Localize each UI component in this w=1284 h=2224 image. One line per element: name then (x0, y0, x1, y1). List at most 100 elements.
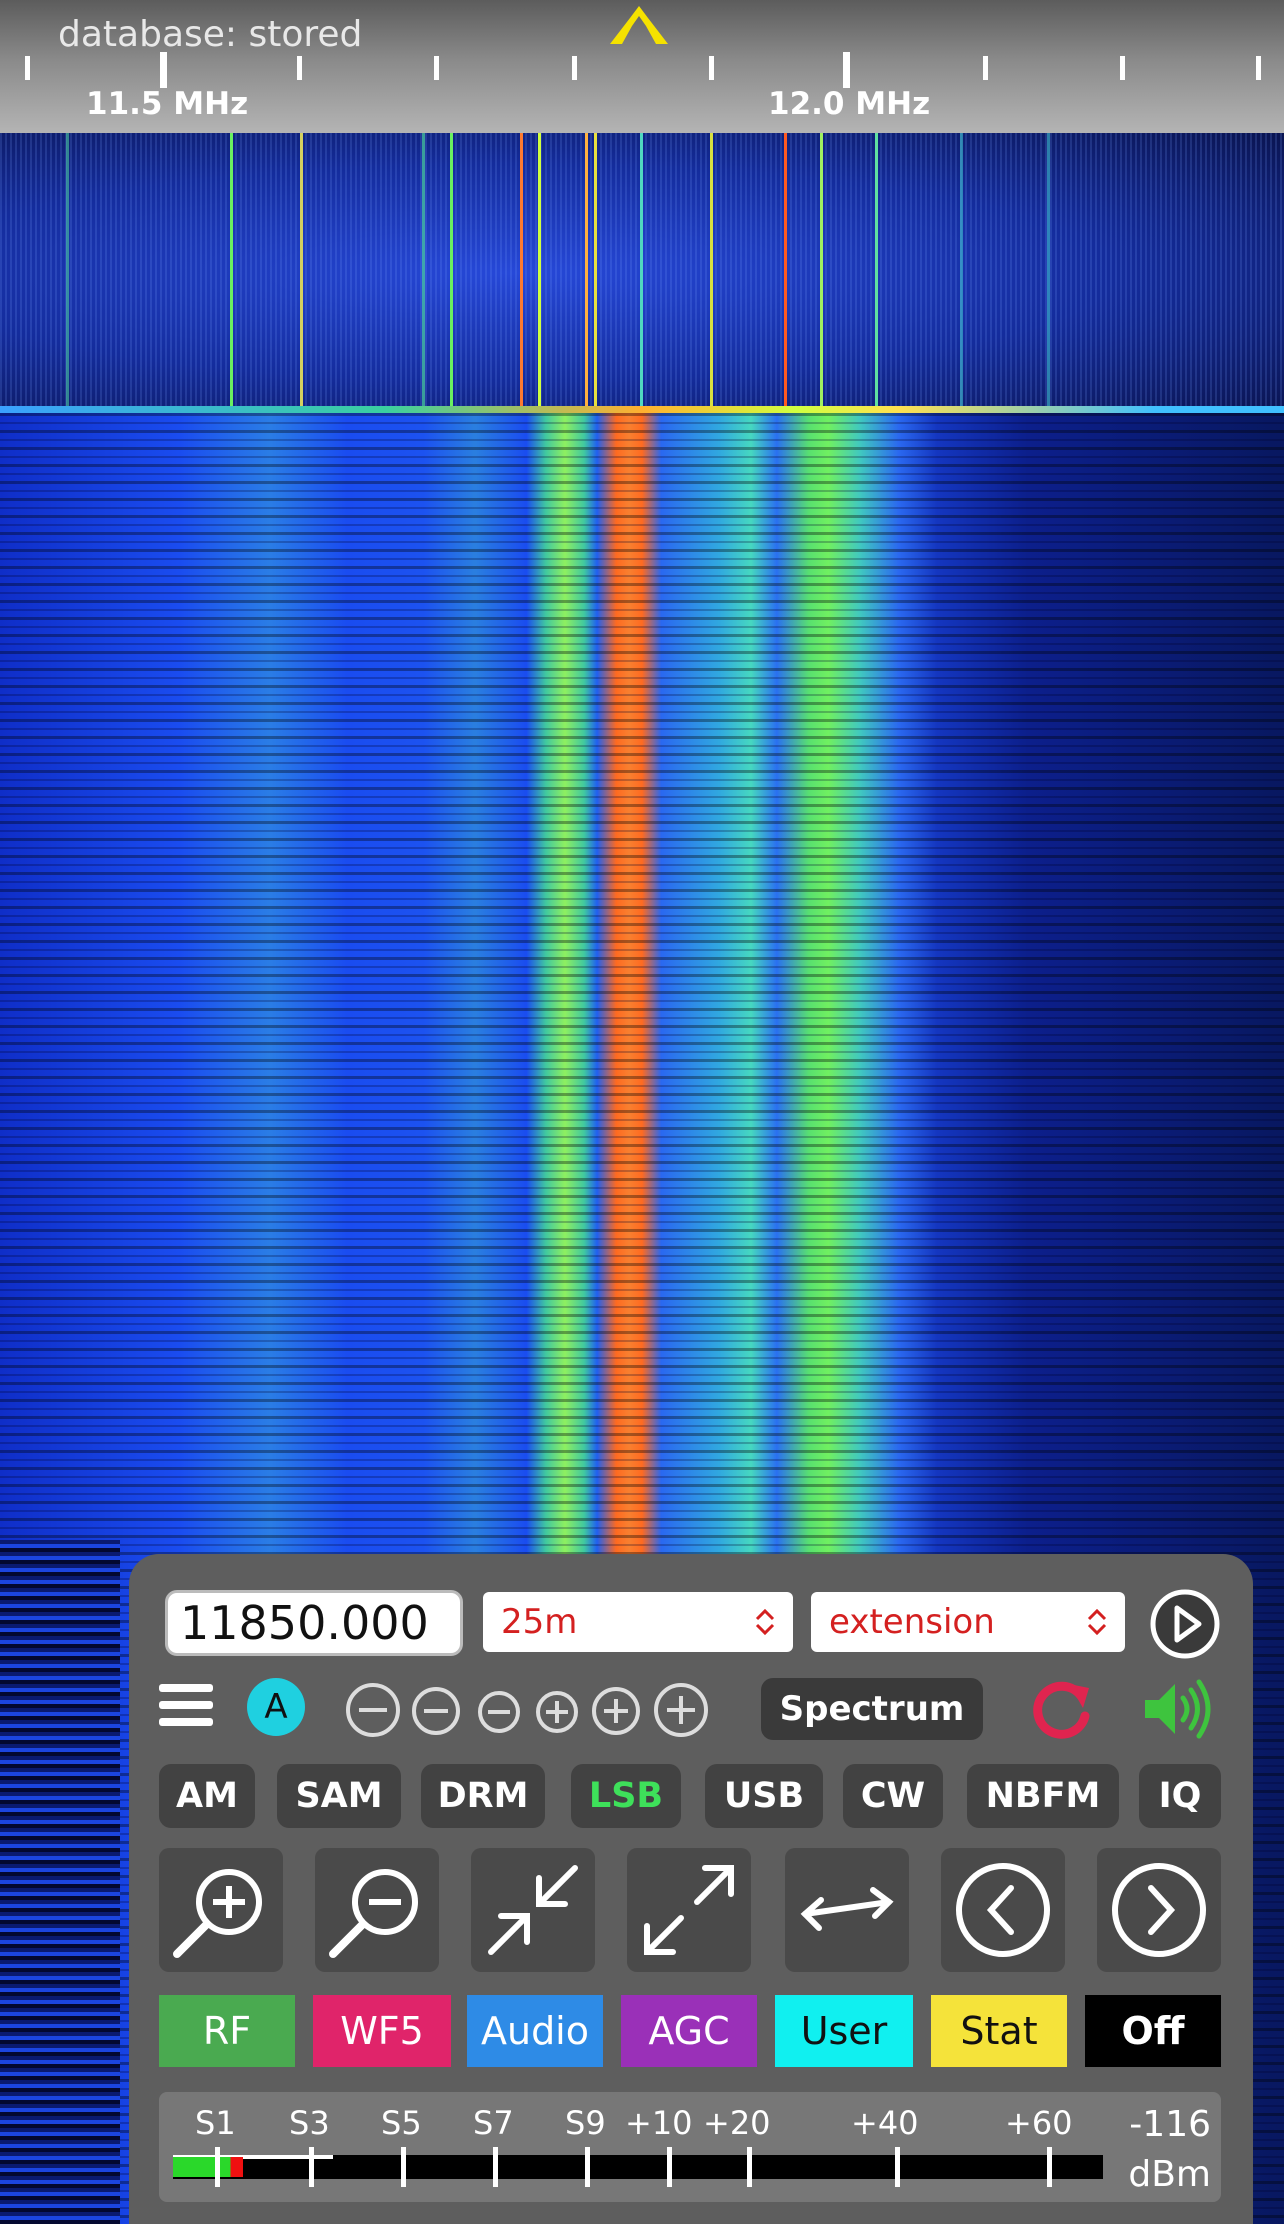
s-meter-readout: -116 dBm (1128, 2100, 1211, 2200)
signal-line (820, 133, 823, 413)
scale-tick (434, 56, 439, 80)
mode-cw-button[interactable]: CW (843, 1764, 943, 1828)
signal-line (450, 133, 453, 413)
scale-tick (572, 56, 577, 80)
next-button[interactable] (1097, 1848, 1221, 1972)
mode-drm-button[interactable]: DRM (421, 1764, 545, 1828)
s-meter-label: +40 (851, 2104, 919, 2142)
step-up-large-icon[interactable] (653, 1682, 709, 1738)
spectrum-baseline (0, 406, 1284, 413)
freq-label-11-5: 11.5 MHz (86, 86, 249, 122)
signal-line (640, 133, 643, 413)
s-meter-label: S9 (565, 2104, 606, 2142)
zoom-out-button[interactable] (315, 1848, 439, 1972)
tab-audio[interactable]: Audio (467, 1995, 603, 2067)
s-meter-label: +20 (703, 2104, 771, 2142)
scale-tick (983, 56, 988, 80)
mode-usb-button[interactable]: USB (705, 1764, 823, 1828)
scale-tick-major (160, 52, 167, 88)
step-down-medium-icon[interactable] (411, 1686, 461, 1736)
mode-indicator-badge[interactable]: A (247, 1678, 305, 1736)
extension-select[interactable]: extension (811, 1592, 1125, 1652)
prev-button[interactable] (941, 1848, 1065, 1972)
signal-line (300, 133, 303, 413)
s-meter: S1 S3 S5 S7 S9 +10 +20 +40 +60 -116 dBm (159, 2092, 1221, 2202)
scale-tick (1120, 56, 1125, 80)
tab-user[interactable]: User (775, 1995, 913, 2067)
play-circle-icon[interactable] (1149, 1588, 1221, 1660)
tab-stat[interactable]: Stat (931, 1995, 1067, 2067)
zoom-fit-button[interactable] (471, 1848, 595, 1972)
zoom-in-icon (173, 1869, 262, 1958)
signal-line (710, 133, 713, 413)
s-meter-label: S1 (195, 2104, 236, 2142)
s-meter-label: S3 (289, 2104, 330, 2142)
s-meter-tick (585, 2147, 590, 2187)
freq-label-12-0: 12.0 MHz (768, 86, 931, 122)
refresh-icon[interactable] (1029, 1676, 1095, 1742)
frequency-scale[interactable]: database: stored 11.5 MHz 12.0 MHz (0, 0, 1284, 133)
s-meter-label: +60 (1005, 2104, 1073, 2142)
band-select[interactable]: 25m (483, 1592, 793, 1652)
s-meter-level (173, 2157, 243, 2177)
signal-line (66, 133, 69, 413)
signal-line (960, 133, 963, 413)
chevron-right-circle-icon (1112, 1863, 1206, 1957)
signal-line (594, 133, 597, 413)
mode-lsb-button[interactable]: LSB (571, 1764, 681, 1828)
tab-off[interactable]: Off (1085, 1995, 1221, 2067)
s-meter-tick (1047, 2147, 1052, 2187)
tab-wf5[interactable]: WF5 (313, 1995, 451, 2067)
mode-iq-button[interactable]: IQ (1139, 1764, 1221, 1828)
zoom-max-button[interactable] (627, 1848, 751, 1972)
signal-line (1047, 133, 1050, 413)
database-status: database: stored (58, 14, 363, 55)
scale-tick (297, 56, 302, 80)
s-meter-unit: dBm (1128, 2154, 1211, 2195)
tab-agc[interactable]: AGC (621, 1995, 757, 2067)
tuning-marker-icon[interactable] (606, 2, 672, 46)
swap-arrows-icon (800, 1887, 894, 1931)
s-meter-tick (401, 2147, 406, 2187)
signal-line (875, 133, 878, 413)
s-meter-label: S7 (473, 2104, 514, 2142)
step-down-small-icon[interactable] (477, 1690, 521, 1734)
s-meter-tick (309, 2147, 314, 2187)
spectrum-display[interactable] (0, 133, 1284, 413)
mode-sam-button[interactable]: SAM (277, 1764, 401, 1828)
select-chevron-icon (755, 1608, 775, 1636)
s-meter-label: S5 (381, 2104, 422, 2142)
tab-rf[interactable]: RF (159, 1995, 295, 2067)
zoom-in-button[interactable] (159, 1848, 283, 1972)
band-select-value: 25m (501, 1602, 578, 1642)
scale-tick-major (843, 52, 850, 88)
frequency-input[interactable] (165, 1590, 463, 1656)
scale-tick (25, 56, 30, 80)
mode-nbfm-button[interactable]: NBFM (967, 1764, 1119, 1828)
signal-line (784, 133, 787, 413)
extension-select-value: extension (829, 1602, 995, 1642)
spectrum-button[interactable]: Spectrum (761, 1678, 983, 1740)
step-up-medium-icon[interactable] (591, 1686, 641, 1736)
zoom-fit-icon (488, 1865, 578, 1955)
scale-tick (1256, 56, 1261, 80)
signal-line (230, 133, 233, 413)
step-up-small-icon[interactable] (535, 1690, 579, 1734)
signal-line (538, 133, 541, 413)
s-meter-tick (747, 2147, 752, 2187)
scale-tick (709, 56, 714, 80)
s-meter-tick (215, 2147, 220, 2187)
swap-button[interactable] (785, 1848, 909, 1972)
chevron-left-circle-icon (956, 1863, 1050, 1957)
s-meter-value: -116 (1129, 2104, 1211, 2145)
step-down-large-icon[interactable] (345, 1682, 401, 1738)
zoom-max-icon (644, 1865, 734, 1955)
hamburger-menu-icon[interactable] (159, 1684, 213, 1734)
select-chevron-icon (1087, 1608, 1107, 1636)
signal-line (520, 133, 523, 413)
speaker-volume-icon[interactable] (1141, 1678, 1215, 1740)
s-meter-label: +10 (625, 2104, 693, 2142)
waterfall-edge (0, 1540, 120, 2224)
mode-am-button[interactable]: AM (159, 1764, 255, 1828)
s-meter-tick (895, 2147, 900, 2187)
